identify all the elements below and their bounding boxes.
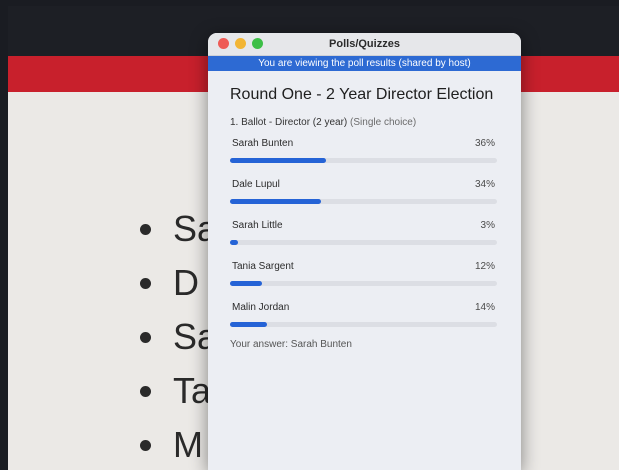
option-name: Sarah Bunten [232, 138, 294, 149]
poll-option: Sarah Bunten 36% [230, 138, 497, 169]
poll-option: Tania Sargent 12% [230, 261, 497, 292]
result-bar-fill [230, 240, 238, 245]
slide-bullet: Ta [140, 364, 217, 418]
option-percent: 34% [474, 179, 495, 190]
option-name: Sarah Little [232, 220, 283, 231]
result-bar-track [230, 158, 497, 163]
poll-option: Sarah Little 3% [230, 220, 497, 251]
poll-option: Dale Lupul 34% [230, 179, 497, 210]
maximize-window-button[interactable] [252, 38, 263, 49]
bullet-dot-icon [140, 385, 151, 397]
slide-bullet: Sa [140, 202, 217, 256]
your-answer: Your answer: Sarah Bunten [230, 339, 352, 350]
shared-results-banner: You are viewing the poll results (shared… [208, 56, 521, 71]
minimize-window-button[interactable] [235, 38, 246, 49]
poll-title: Round One - 2 Year Director Election [230, 86, 494, 103]
result-bar-fill [230, 158, 327, 163]
result-bar-track [230, 240, 497, 245]
question-type: (Single choice) [350, 117, 417, 128]
bullet-dot-icon [140, 439, 151, 451]
poll-question: 1. Ballot - Director (2 year) (Single ch… [230, 117, 497, 128]
result-bar-fill [230, 281, 263, 286]
slide-bullet-text: M [173, 424, 203, 465]
window-controls [218, 38, 263, 49]
slide-bullet-text: D [173, 262, 199, 303]
slide-bullet: D [140, 256, 217, 310]
bullet-dot-icon [140, 277, 151, 289]
option-name: Tania Sargent [232, 261, 294, 272]
window-title: Polls/Quizzes [329, 38, 400, 50]
option-name: Dale Lupul [232, 179, 280, 190]
slide-bullet: Sa [140, 310, 217, 364]
result-bar-fill [230, 322, 268, 327]
polls-window: Polls/Quizzes You are viewing the poll r… [208, 33, 521, 470]
poll-option: Malin Jordan 14% [230, 302, 497, 333]
window-titlebar[interactable]: Polls/Quizzes [208, 33, 521, 56]
option-percent: 3% [480, 220, 495, 231]
option-name: Malin Jordan [232, 302, 290, 313]
option-percent: 12% [474, 261, 495, 272]
question-text: 1. Ballot - Director (2 year) [230, 117, 348, 128]
result-bar-track [230, 322, 497, 327]
option-percent: 36% [474, 138, 495, 149]
bullet-dot-icon [140, 223, 151, 235]
result-bar-fill [230, 199, 321, 204]
option-percent: 14% [474, 302, 495, 313]
slide-bullet: M [140, 418, 217, 470]
close-window-button[interactable] [218, 38, 229, 49]
result-bar-track [230, 281, 497, 286]
bullet-dot-icon [140, 331, 151, 343]
slide-bullet-text: Ta [173, 370, 212, 411]
slide-bullet-list: Sa D Sa Ta M [140, 202, 217, 470]
poll-content: Round One - 2 Year Director Election 1. … [208, 86, 521, 350]
result-bar-track [230, 199, 497, 204]
